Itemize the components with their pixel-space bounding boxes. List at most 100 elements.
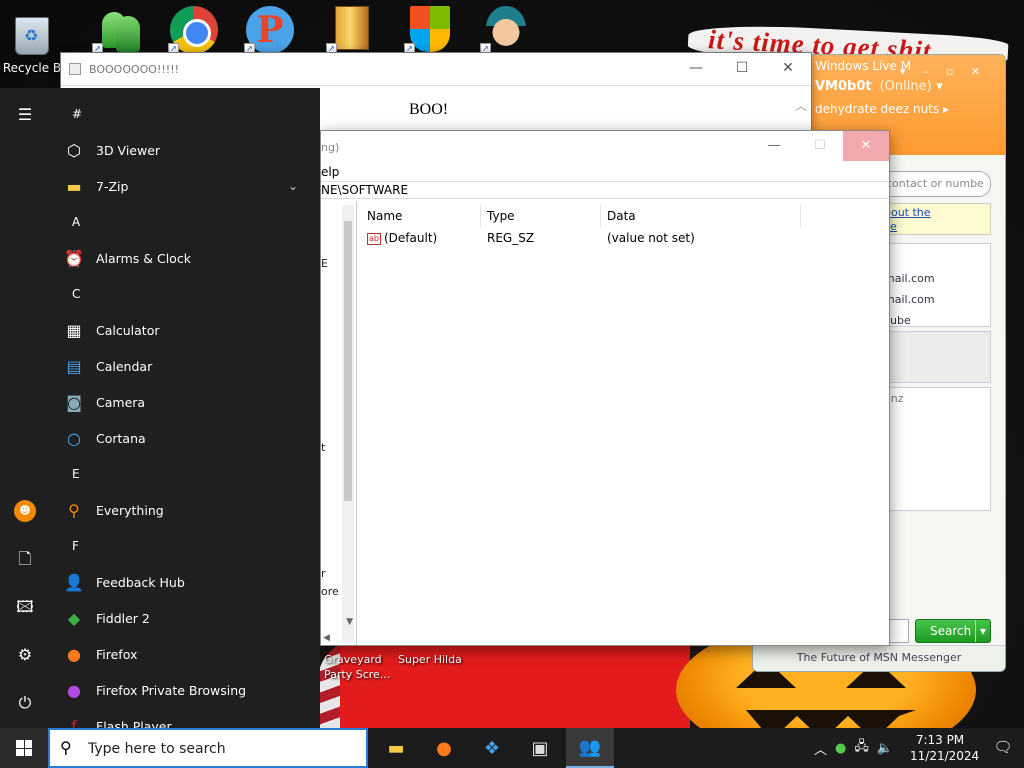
app-fiddler-2[interactable]: ◆ Fiddler 2	[62, 600, 320, 636]
shortcut-label-line: Party Scre...	[324, 668, 391, 681]
value-data-cell: (value not set)	[607, 231, 695, 245]
menu-help[interactable]: elp	[321, 165, 339, 179]
firefox-icon: ●	[67, 644, 81, 664]
close-button[interactable]: ✕	[765, 53, 811, 83]
value-name-cell: ab (Default)	[361, 227, 481, 249]
registry-editor-window: ng) — ☐ ✕ elp NE\SOFTWARE ▲ E t r ore ▼ …	[320, 130, 890, 646]
tree-node[interactable]: E	[321, 257, 328, 270]
network-icon[interactable]: 🖧	[854, 737, 869, 759]
messenger-tray-icon[interactable]: ●	[835, 741, 846, 756]
msn-web-search-input[interactable]	[889, 619, 909, 643]
scroll-down-arrow-icon[interactable]: ▼	[346, 617, 353, 627]
tree-node[interactable]: t	[321, 441, 325, 454]
fiddler-icon: ◆	[67, 608, 81, 628]
contact-item[interactable]: mail.com	[884, 289, 986, 310]
character-desktop-icon[interactable]: ↗	[476, 6, 536, 56]
p-app-desktop-icon[interactable]: P ↗	[240, 6, 300, 56]
calendar-icon: ▤	[66, 356, 82, 376]
volume-icon[interactable]: 🔈	[877, 741, 893, 756]
settings-gear-icon[interactable]: ⚙	[14, 644, 36, 666]
section-letter[interactable]: A	[62, 204, 320, 240]
contact-item[interactable]: cube	[884, 310, 986, 331]
column-header-name[interactable]: Name	[361, 205, 481, 227]
registry-address-bar[interactable]: NE\SOFTWARE	[321, 181, 889, 199]
start-button[interactable]	[0, 728, 48, 768]
hamburger-menu-icon[interactable]: ☰	[14, 104, 36, 126]
scroll-left-arrow-icon[interactable]: ◀	[323, 633, 330, 643]
column-header-data[interactable]: Data	[601, 205, 801, 227]
app-calendar[interactable]: ▤ Calendar	[62, 348, 320, 384]
search-placeholder: Type here to search	[88, 741, 226, 757]
calculator-icon: ▦	[66, 320, 82, 340]
app-cortana[interactable]: ○ Cortana	[62, 420, 320, 456]
registry-editor-taskbar-icon[interactable]: ❖	[468, 728, 516, 768]
section-letter[interactable]: F	[62, 528, 320, 564]
table-row[interactable]: ab (Default) REG_SZ (value not set)	[361, 227, 889, 249]
shortcut-label-line: Graveyard	[324, 653, 382, 666]
app-flash-player[interactable]: ƒ Flash Player	[62, 708, 320, 729]
app-calculator[interactable]: ▦ Calculator	[62, 312, 320, 348]
user-avatar[interactable]: ☻	[14, 500, 36, 522]
power-icon[interactable]: ⏻	[14, 692, 36, 714]
msn-status: (Online)	[879, 79, 932, 94]
tree-node[interactable]: r	[321, 567, 326, 580]
minimize-button[interactable]: —	[751, 131, 797, 161]
tree-scrollbar[interactable]	[342, 205, 354, 641]
registry-titlebar[interactable]: ng) — ☐ ✕	[321, 131, 889, 163]
msn-ad-link[interactable]: bout the ce	[879, 203, 991, 235]
pictures-icon[interactable]: 🖾	[14, 596, 36, 618]
boo-window-taskbar-icon[interactable]: ▣	[516, 728, 564, 768]
maximize-button[interactable]: ☐	[797, 131, 843, 161]
system-tray: ︿ ● 🖧 🔈	[814, 728, 901, 768]
list-item[interactable]: enz	[884, 392, 986, 405]
column-header-type[interactable]: Type	[481, 205, 601, 227]
firefox-taskbar-icon[interactable]: ●	[420, 728, 468, 768]
msn-personal-message[interactable]: dehydrate deez nuts ▸	[815, 102, 1005, 116]
scrollbar-thumb[interactable]	[344, 221, 352, 501]
feedback-icon: 👤	[64, 572, 84, 592]
super-hilda-shortcut-label[interactable]: Super Hilda	[398, 652, 462, 667]
notification-center-icon[interactable]: 🗨	[992, 738, 1014, 758]
section-letter[interactable]: C	[62, 276, 320, 312]
messenger-desktop-icon[interactable]: ↗	[88, 6, 148, 56]
scroll-up-icon[interactable]: ︿	[795, 97, 807, 114]
app-3d-viewer[interactable]: ⬡ 3D Viewer	[62, 132, 320, 168]
app-feedback-hub[interactable]: 👤 Feedback Hub	[62, 564, 320, 600]
recycle-bin-desktop-icon[interactable]: Recycle B	[0, 6, 64, 82]
windows-shield-desktop-icon[interactable]: ↗	[400, 6, 460, 56]
boo-titlebar[interactable]: BOOOOOOO!!!!! — ☐ ✕	[61, 53, 811, 85]
chevron-up-icon[interactable]: ︿	[814, 739, 827, 758]
msn-user-status[interactable]: VM0b0t (Online) ▾	[815, 79, 1005, 94]
windows-shield-icon	[410, 6, 450, 52]
app-camera[interactable]: ◙ Camera	[62, 384, 320, 420]
msn-search-button[interactable]: Search	[915, 619, 991, 643]
file-explorer-taskbar-icon[interactable]: ▬	[372, 728, 420, 768]
maximize-button[interactable]: ☐	[719, 53, 765, 83]
graveyard-shortcut-label[interactable]: Graveyard Party Scre...	[324, 652, 390, 682]
msn-window-controls[interactable]: ▾ – ▫ ✕	[900, 65, 987, 78]
messenger-taskbar-icon[interactable]: 👥	[566, 728, 614, 768]
msn-personal-message-text: dehydrate deez nuts	[815, 102, 940, 116]
chrome-desktop-icon[interactable]: ↗	[164, 6, 224, 56]
app-everything[interactable]: ⚲ Everything	[62, 492, 320, 528]
taskbar-search-box[interactable]: ⚲ Type here to search	[48, 728, 368, 768]
chevron-down-icon[interactable]: ⌄	[288, 179, 298, 193]
app-alarms-clock[interactable]: ⏰ Alarms & Clock	[62, 240, 320, 276]
tree-node[interactable]: ore	[321, 585, 339, 598]
archive-desktop-icon[interactable]: ↗	[322, 6, 382, 56]
msn-contact-search-input[interactable]: contact or numbe	[879, 171, 991, 197]
recycle-bin-icon	[15, 17, 49, 55]
app-label: Feedback Hub	[96, 574, 185, 590]
section-letter[interactable]: #	[62, 96, 320, 132]
cube-icon: ⬡	[67, 140, 81, 160]
app-7-zip[interactable]: ▬ 7-Zip ⌄	[62, 168, 320, 204]
minimize-button[interactable]: —	[673, 53, 719, 83]
app-firefox[interactable]: ● Firefox	[62, 636, 320, 672]
section-letter[interactable]: E	[62, 456, 320, 492]
app-firefox-private[interactable]: ● Firefox Private Browsing	[62, 672, 320, 708]
contact-item[interactable]: mail.com	[884, 268, 986, 289]
close-button[interactable]: ✕	[843, 131, 889, 161]
start-menu: ☰ ☻ 🗋 🖾 ⚙ ⏻ # ⬡ 3D Viewer ▬ 7-Zip ⌄ A ⏰ Alar…	[0, 88, 320, 728]
documents-icon[interactable]: 🗋	[14, 548, 36, 570]
taskbar-clock[interactable]: 7:13 PM 11/21/2024	[910, 732, 979, 764]
